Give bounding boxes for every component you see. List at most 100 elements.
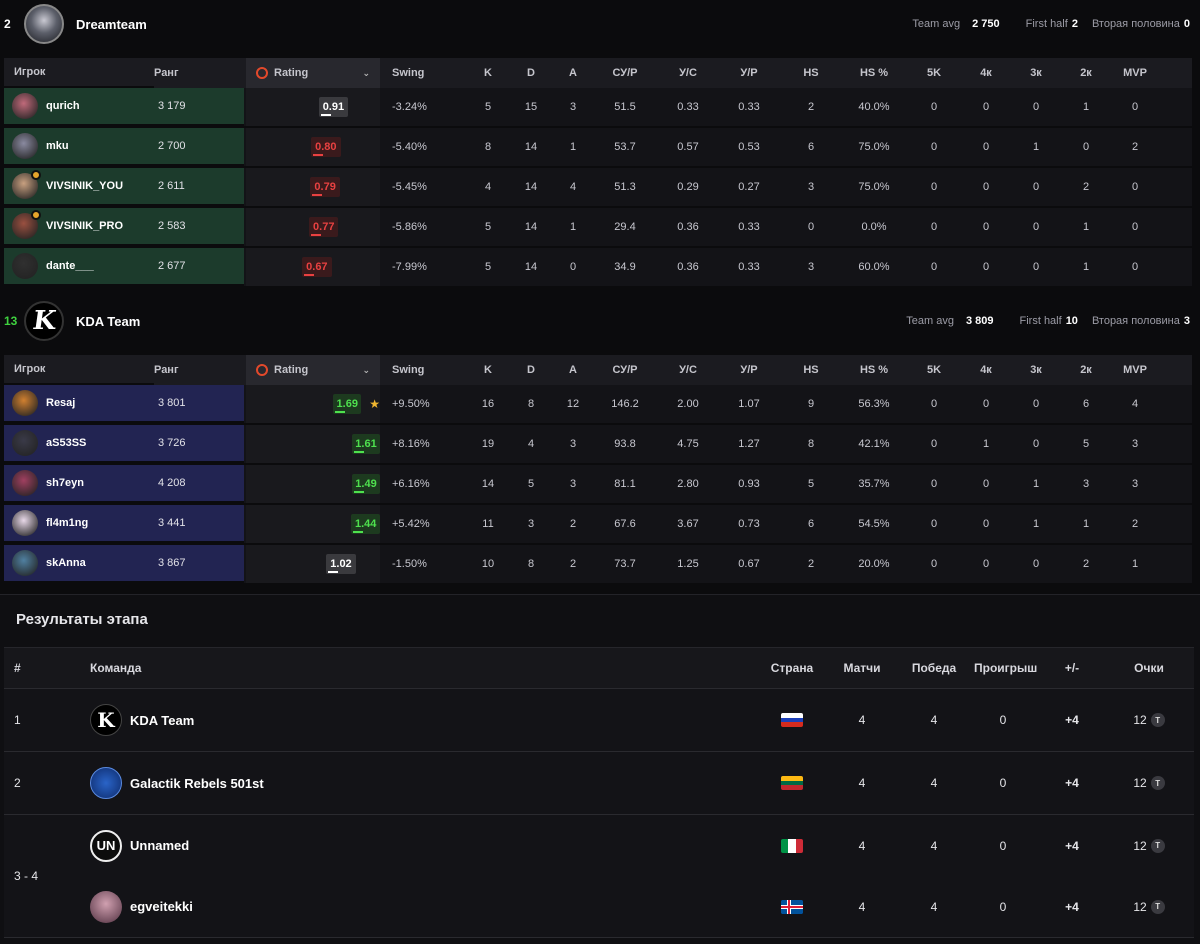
col-rating-sort[interactable]: Rating ⌄	[246, 355, 380, 385]
kda-logo[interactable]: K	[90, 704, 122, 736]
stat-k2: 1	[1082, 101, 1090, 113]
row-losses: 0	[999, 713, 1007, 727]
rating-box: 1.69 ★	[246, 385, 380, 423]
player-name[interactable]: dante___	[46, 260, 158, 272]
row-team[interactable]: Galactik Rebels 501st	[90, 767, 754, 799]
player-cell[interactable]: qurich 3 179	[4, 88, 244, 126]
col-kr: У/Р	[740, 364, 758, 376]
player-avatar[interactable]	[12, 510, 38, 536]
rating-box: 0.67	[246, 248, 380, 286]
first-half-label: First half	[1025, 18, 1068, 30]
player-avatar[interactable]	[12, 253, 38, 279]
stat-adr: 146.2	[611, 398, 639, 410]
col-player: Игрок	[4, 355, 154, 385]
col-kd: У/С	[679, 364, 697, 376]
row-team[interactable]: egveitekki	[90, 890, 754, 923]
stat-kd: 1.25	[677, 558, 699, 570]
player-cell[interactable]: fl4m1ng 3 441	[4, 505, 244, 543]
player-row[interactable]: mku 2 700 0.80 -5.40% 8 14 1 53.7 0.57 0.53 6 75.0%…	[4, 128, 1192, 168]
team-logo[interactable]: K	[24, 301, 64, 341]
rating-icon	[256, 364, 268, 376]
player-row[interactable]: VIVSINIK_PRO 2 583 0.77 -5.86% 5 14 1 29.4 0.36 0…	[4, 208, 1192, 248]
stats-header-row: Игрок Ранг Rating ⌄ Swing K D A СУ/Р У/С У/Р HS HS %…	[4, 58, 1192, 88]
chevron-down-icon[interactable]: ⌄	[362, 68, 370, 79]
player-avatar[interactable]	[12, 550, 38, 576]
player-cell[interactable]: skAnna 3 867	[4, 545, 244, 583]
col-rating-sort[interactable]: Rating ⌄	[246, 58, 380, 88]
rating-cell: 0.77	[246, 208, 380, 246]
stat-k3: 0	[1032, 558, 1040, 570]
stat-kd: 0.57	[677, 141, 699, 153]
player-avatar[interactable]	[12, 390, 38, 416]
player-avatar[interactable]	[12, 470, 38, 496]
player-cell[interactable]: dante___ 2 677	[4, 248, 244, 286]
stat-adr: 34.9	[614, 261, 636, 273]
player-row[interactable]: Resaj 3 801 1.69 ★ +9.50% 16 8 12 146.2 2.00 1.07 9…	[4, 385, 1192, 425]
egveitekki-avatar[interactable]	[90, 890, 122, 923]
player-row[interactable]: skAnna 3 867 1.02 -1.50% 10 8 2 73.7 1.25 0.67 2 20…	[4, 545, 1192, 585]
player-name[interactable]: qurich	[46, 100, 158, 112]
team-name[interactable]: egveitekki	[130, 899, 193, 914]
player-avatar[interactable]	[12, 93, 38, 119]
player-name[interactable]: aS53SS	[46, 437, 158, 449]
results-row[interactable]: 1 K KDA Team 4 4 0 +4 12 T	[4, 689, 1194, 752]
row-team[interactable]: K KDA Team	[90, 704, 754, 736]
col-kd: У/С	[679, 67, 697, 79]
player-avatar[interactable]	[12, 170, 41, 199]
results-row[interactable]: 2 Galactik Rebels 501st 4 4 0 +4 12 T	[4, 752, 1194, 815]
player-row[interactable]: sh7eyn 4 208 1.49 +6.16% 14 5 3 81.1 2.80 0.93 5 35…	[4, 465, 1192, 505]
team-name[interactable]: KDA Team	[130, 713, 194, 728]
player-avatar[interactable]	[12, 210, 41, 239]
results-row[interactable]: egveitekki 4 4 0 +4 12 T	[90, 876, 1194, 937]
stat-kr: 0.27	[738, 181, 760, 193]
player-name[interactable]: VIVSINIK_YOU	[46, 180, 158, 192]
stat-k: 14	[481, 478, 495, 490]
team-name[interactable]: Dreamteam	[76, 17, 147, 32]
tier-badge-icon: T	[1150, 838, 1165, 853]
player-avatar[interactable]	[12, 133, 38, 159]
player-cell[interactable]: mku 2 700	[4, 128, 244, 166]
player-cell[interactable]: VIVSINIK_PRO 2 583	[4, 208, 244, 246]
stat-k5: 0	[930, 261, 938, 273]
team-avg-label: Team avg	[912, 18, 961, 30]
player-avatar[interactable]	[12, 430, 38, 456]
rating-cell: 0.80	[246, 128, 380, 166]
rating-cell: 0.91	[246, 88, 380, 126]
player-row[interactable]: dante___ 2 677 0.67 -7.99% 5 14 0 34.9 0.36 0.33 3…	[4, 248, 1192, 288]
results-row[interactable]: UN Unnamed 4 4 0 +4 12 T	[90, 815, 1194, 876]
unnamed-logo[interactable]: UN	[90, 829, 122, 862]
player-name[interactable]: mku	[46, 140, 158, 152]
player-cell[interactable]: VIVSINIK_YOU 2 611	[4, 168, 244, 206]
rating-badge: 1.02	[326, 554, 356, 574]
player-row[interactable]: aS53SS 3 726 1.61 +8.16% 19 4 3 93.8 4.75 1.27 8 42…	[4, 425, 1192, 465]
player-cell[interactable]: sh7eyn 4 208	[4, 465, 244, 503]
stat-hs: 3	[807, 181, 815, 193]
player-name[interactable]: VIVSINIK_PRO	[46, 220, 158, 232]
rating-badge: 1.49	[351, 474, 380, 494]
stat-k5: 0	[930, 181, 938, 193]
player-row[interactable]: VIVSINIK_YOU 2 611 0.79 -5.45% 4 14 4 51.3 0.29 0…	[4, 168, 1192, 208]
player-cell[interactable]: Resaj 3 801	[4, 385, 244, 423]
stat-hs: 9	[807, 398, 815, 410]
chevron-down-icon[interactable]: ⌄	[362, 365, 370, 376]
player-name[interactable]: Resaj	[46, 397, 158, 409]
row-team[interactable]: UN Unnamed	[90, 829, 754, 862]
stat-mvp: 0	[1131, 261, 1139, 273]
player-row[interactable]: qurich 3 179 0.91 -3.24% 5 15 3 51.5 0.33 0.33 2 40…	[4, 88, 1192, 128]
swing-value: +6.16%	[392, 478, 430, 490]
team-name[interactable]: KDA Team	[76, 314, 140, 329]
stat-d: 4	[527, 438, 535, 450]
stat-mvp: 1	[1131, 558, 1139, 570]
stat-k: 4	[484, 181, 492, 193]
galactik-logo[interactable]	[90, 767, 122, 799]
player-name[interactable]: skAnna	[46, 557, 158, 569]
team-logo[interactable]	[24, 4, 64, 44]
player-name[interactable]: sh7eyn	[46, 477, 158, 489]
player-cell[interactable]: aS53SS 3 726	[4, 425, 244, 463]
row-diff: +4	[1065, 899, 1079, 914]
player-row[interactable]: fl4m1ng 3 441 1.44 +5.42% 11 3 2 67.6 3.67 0.73 6 5…	[4, 505, 1192, 545]
kda-logo-glyph: K	[30, 306, 58, 336]
team-name[interactable]: Galactik Rebels 501st	[130, 776, 264, 791]
team-name[interactable]: Unnamed	[130, 838, 189, 853]
player-name[interactable]: fl4m1ng	[46, 517, 158, 529]
